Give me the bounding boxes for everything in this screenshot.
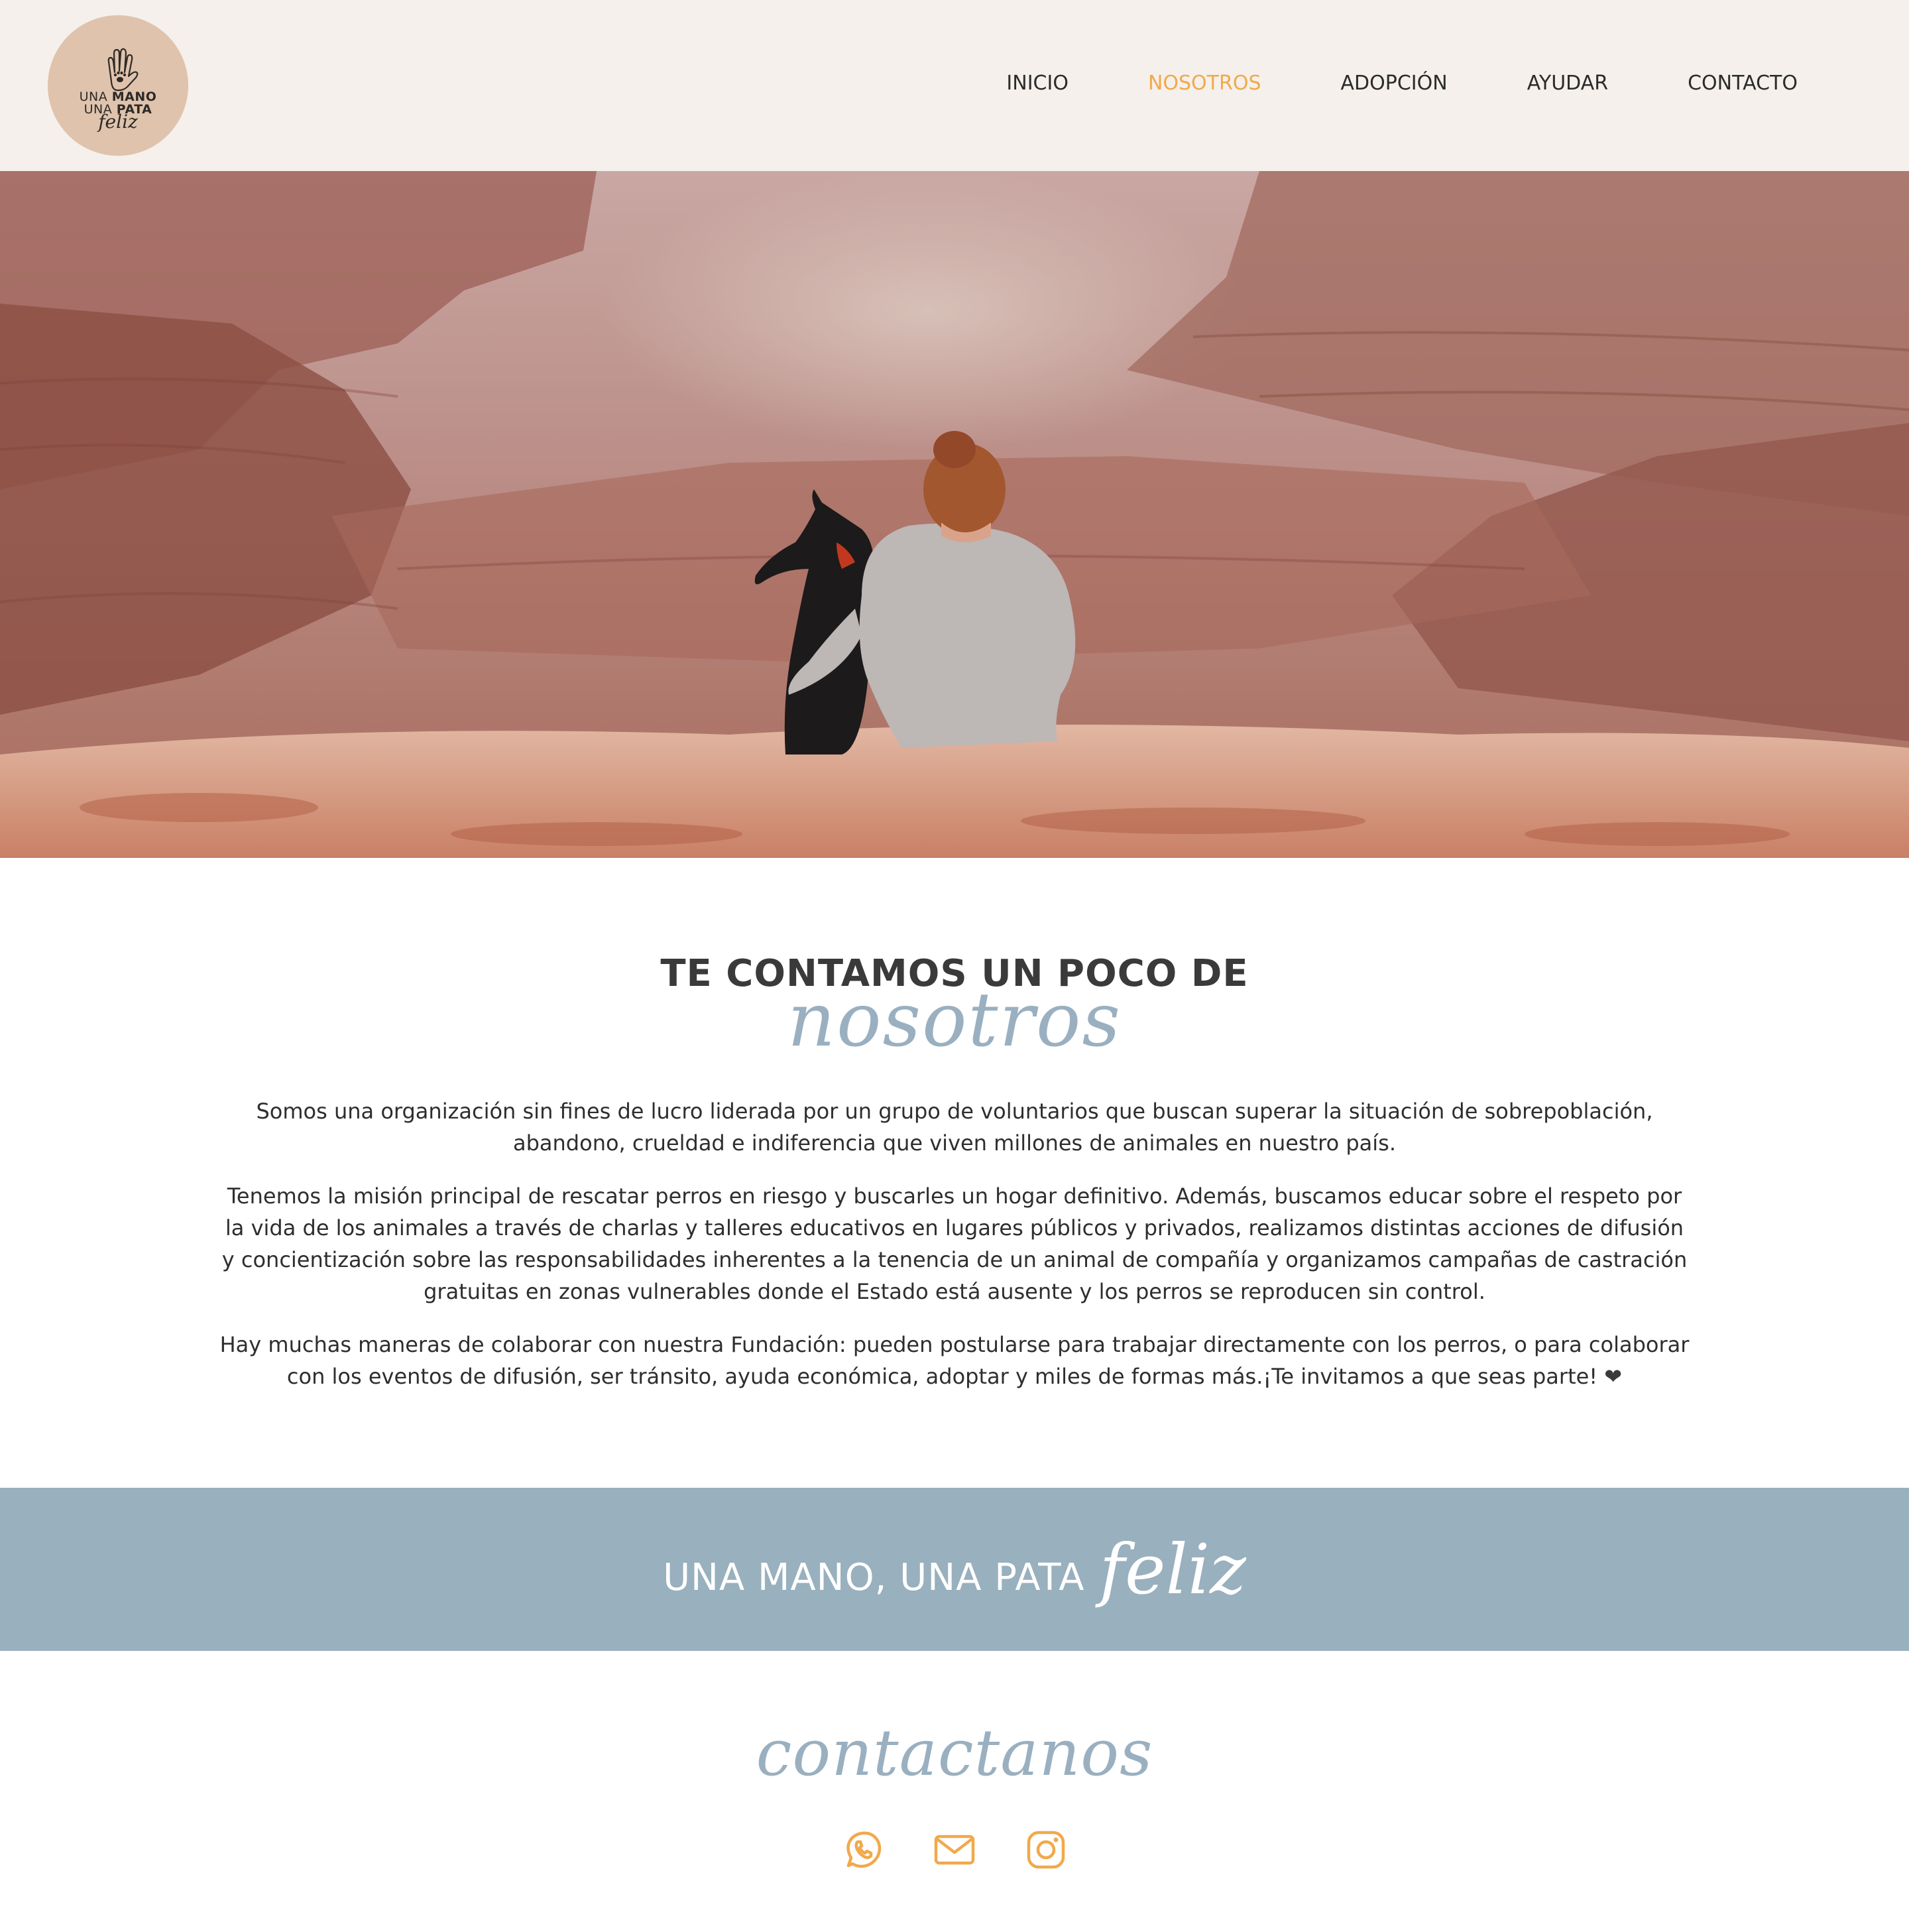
hand-paw-icon <box>107 48 139 91</box>
whatsapp-icon[interactable] <box>842 1829 884 1871</box>
logo-line-3: feliz <box>98 111 138 133</box>
about-paragraph-3: Hay muchas maneras de colaborar con nues… <box>219 1329 1690 1392</box>
about-paragraph-3-text: Hay muchas maneras de colaborar con nues… <box>219 1332 1690 1389</box>
about-paragraph-2: Tenemos la misión principal de rescatar … <box>221 1183 1688 1304</box>
hero-image <box>0 171 1909 858</box>
contact-title: contactanos <box>756 1716 1153 1790</box>
tagline-banner: UNA MANO, UNA PATA feliz <box>0 1488 1909 1651</box>
heart-icon: ❤ <box>1604 1364 1623 1389</box>
nav-item-nosotros[interactable]: NOSOTROS <box>1148 72 1261 95</box>
about-script-title: nosotros <box>787 977 1122 1063</box>
canyon-woman-dog-photo <box>0 171 1909 858</box>
site-header: UNA MANO UNA PATA feliz INICIO NOSOTROS … <box>0 0 1909 171</box>
main-nav: INICIO NOSOTROS ADOPCIÓN AYUDAR CONTACTO <box>927 72 1798 95</box>
nav-item-ayudar[interactable]: AYUDAR <box>1527 72 1608 95</box>
about-body: Somos una organización sin fines de lucr… <box>219 1095 1690 1414</box>
site-logo[interactable]: UNA MANO UNA PATA feliz <box>48 15 188 156</box>
social-links <box>0 1829 1909 1871</box>
nav-item-adopcion[interactable]: ADOPCIÓN <box>1341 72 1448 95</box>
mail-icon[interactable] <box>933 1829 976 1871</box>
banner-text: UNA MANO, UNA PATA <box>663 1555 1085 1599</box>
instagram-icon[interactable] <box>1025 1829 1067 1871</box>
banner-script: feliz <box>1099 1529 1246 1610</box>
nav-item-inicio[interactable]: INICIO <box>1006 72 1069 95</box>
about-paragraph-1: Somos una organización sin fines de lucr… <box>256 1099 1653 1156</box>
nav-item-contacto[interactable]: CONTACTO <box>1688 72 1798 95</box>
